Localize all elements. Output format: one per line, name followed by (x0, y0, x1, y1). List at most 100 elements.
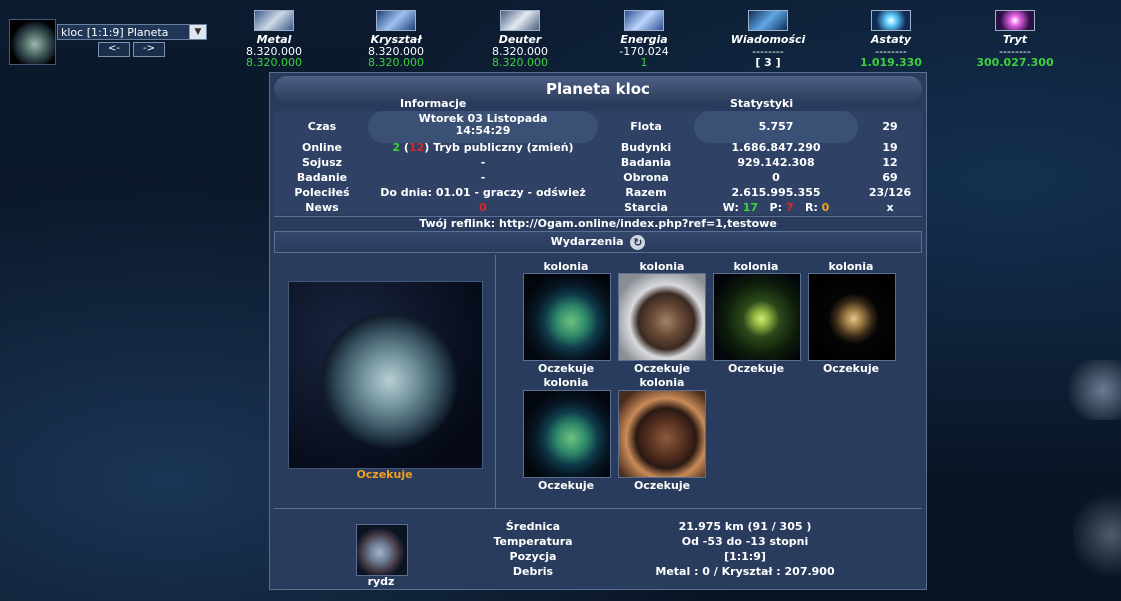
stat-value-budynki: 1.686.847.290 (731, 141, 821, 154)
online-total: 12 (408, 141, 425, 154)
tritium-icon (995, 10, 1035, 31)
page-title: Planeta kloc (274, 76, 922, 102)
news-count[interactable]: 0 (368, 201, 598, 214)
stat-value-razem: 2.615.995.355 (731, 186, 821, 199)
stats-header: Statystyki (730, 97, 794, 110)
moon-image[interactable] (356, 524, 408, 576)
colony-status: Oczekuje (822, 362, 880, 375)
divider (495, 255, 496, 508)
stat-rank-razem: 23/126 (868, 186, 912, 199)
colony-status: Oczekuje (537, 479, 595, 492)
badanie-value: - (480, 171, 486, 184)
starcia-draws: 0 (821, 201, 830, 214)
resource-capacity: 1 (640, 56, 648, 69)
background-ship (1073, 490, 1121, 580)
divider (274, 508, 922, 509)
reflink[interactable]: Twój reflink: http://Ogam.online/index.p… (274, 216, 922, 231)
resource-crystal: Kryształ 8.320.000 8.320.000 (351, 10, 441, 68)
background-asteroid (1061, 360, 1121, 420)
czas-label: Czas (307, 120, 337, 133)
online-count: 2 (392, 141, 401, 154)
colony-image[interactable] (808, 273, 896, 361)
next-planet-button[interactable]: -> (133, 42, 165, 57)
resource-capacity: 1.019.330 (860, 56, 922, 69)
overview-panel: Planeta kloc Informacje Statystyki Czas … (269, 72, 927, 590)
news-label: News (305, 201, 339, 214)
events-bar[interactable]: Wydarzenia ↻ (274, 231, 922, 253)
prev-planet-button[interactable]: <- (98, 42, 130, 57)
resource-astatine: Astaty -------- 1.019.330 (846, 10, 936, 68)
sojusz-label: Sojusz (301, 156, 343, 169)
resource-messages[interactable]: Wiadomości -------- [ 3 ] (723, 10, 813, 68)
refresh-icon[interactable]: ↻ (630, 234, 646, 250)
detail-value: [1:1:9] (724, 550, 766, 563)
colony-image[interactable] (713, 273, 801, 361)
public-mode-toggle[interactable]: ) Tryb publiczny (zmień) (424, 141, 573, 154)
starcia-losses: 7 (785, 201, 794, 214)
colony-label: kolonia (543, 376, 589, 389)
astatine-icon (871, 10, 911, 31)
metal-icon (254, 10, 294, 31)
badanie-label: Badanie (296, 171, 348, 184)
current-planet-thumbnail[interactable] (9, 19, 56, 65)
colony-label: kolonia (733, 260, 779, 273)
stat-label-obrona: Obrona (623, 171, 669, 184)
events-label: Wydarzenia (550, 235, 624, 248)
deuterium-icon (500, 10, 540, 31)
planet-select[interactable]: kloc [1:1:9] Planeta ▼ (57, 24, 207, 40)
moon-name[interactable]: rydz (331, 575, 431, 588)
detail-value: Metal : 0 / Kryształ : 207.900 (655, 565, 835, 578)
stat-label-flota: Flota (630, 120, 662, 133)
colony-image[interactable] (618, 390, 706, 478)
colony-label: kolonia (639, 376, 685, 389)
colony-label: kolonia (828, 260, 874, 273)
stat-label-razem: Razem (625, 186, 667, 199)
resource-tritium: Tryt -------- 300.027.300 (970, 10, 1060, 68)
colony-image[interactable] (523, 390, 611, 478)
planet-select-value: kloc [1:1:9] Planeta (61, 26, 169, 39)
main-planet-status: Oczekuje (356, 468, 413, 481)
starcia-values: W: 17 P: 7 R: 0 (694, 201, 858, 214)
online-label: Online (301, 141, 342, 154)
polecil-label: Poleciłeś (294, 186, 350, 199)
colony-status: Oczekuje (633, 479, 691, 492)
detail-label: Debris (512, 565, 554, 578)
messages-icon[interactable] (748, 10, 788, 31)
stat-label-budynki: Budynki (620, 141, 672, 154)
colony-status: Oczekuje (537, 362, 595, 375)
colony-image[interactable] (523, 273, 611, 361)
detail-label: Temperatura (493, 535, 573, 548)
starcia-label: Starcia (624, 201, 668, 214)
colony-status: Oczekuje (727, 362, 785, 375)
energy-icon (624, 10, 664, 31)
colony-label: kolonia (543, 260, 589, 273)
colony-image[interactable] (618, 273, 706, 361)
resource-capacity: 8.320.000 (246, 56, 302, 69)
stat-rank-flota: 29 (882, 120, 898, 133)
detail-value: 21.975 km (91 / 305 ) (678, 520, 812, 533)
current-time: Wtorek 03 Listopada 14:54:29 (368, 113, 598, 137)
stat-value-flota: 5.757 (758, 120, 794, 133)
colony-label: kolonia (639, 260, 685, 273)
messages-count[interactable]: [ 3 ] (723, 57, 813, 68)
stat-rank-budynki: 19 (882, 141, 898, 154)
resource-capacity: 8.320.000 (492, 56, 548, 69)
detail-label: Średnica (505, 520, 561, 533)
sojusz-value: - (480, 156, 486, 169)
detail-label: Pozycja (509, 550, 557, 563)
chevron-down-icon[interactable]: ▼ (189, 25, 206, 39)
resource-metal: Metal 8.320.000 8.320.000 (229, 10, 319, 68)
starcia-r-label: R: (804, 201, 822, 214)
stat-rank-obrona: 69 (882, 171, 898, 184)
info-header: Informacje (400, 97, 467, 110)
stat-rank-badania: 12 (882, 156, 898, 169)
crystal-icon (376, 10, 416, 31)
main-planet-image[interactable] (288, 281, 483, 469)
referral-refresh-link[interactable]: Do dnia: 01.01 - graczy - odśwież (368, 186, 598, 199)
starcia-wins: 17 (742, 201, 759, 214)
starcia-p-label: P: (769, 201, 786, 214)
online-open: ( (400, 141, 409, 154)
current-clock: 14:54:29 (455, 124, 511, 137)
stat-label-badania: Badania (620, 156, 672, 169)
resource-energy: Energia -170.024 1 (599, 10, 689, 68)
